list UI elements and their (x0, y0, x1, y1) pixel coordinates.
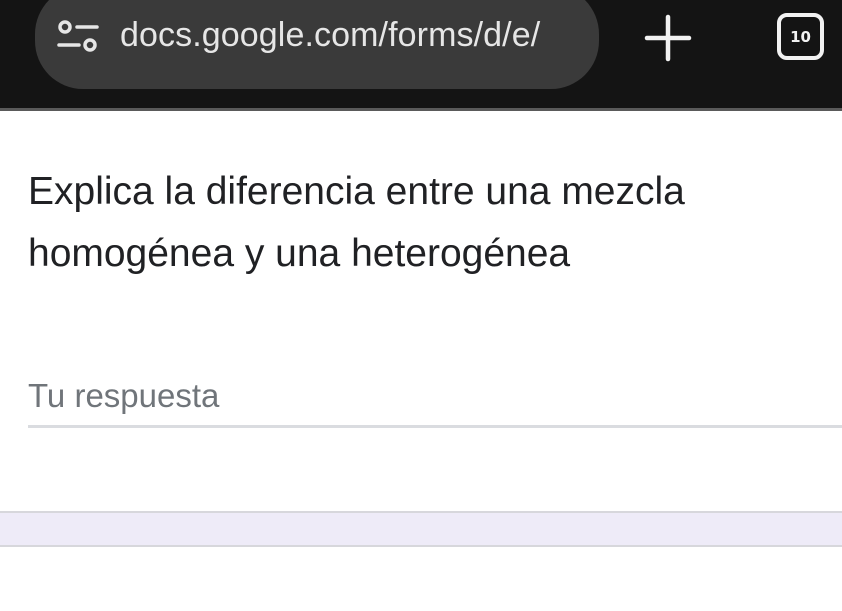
toolbar-divider (0, 108, 842, 111)
address-bar[interactable]: docs.google.com/forms/d/e/ (35, 0, 599, 89)
question-title: Explica la diferencia entre una mezcla h… (28, 170, 685, 275)
section-separator (0, 511, 842, 547)
plus-icon[interactable] (644, 14, 692, 62)
tab-switcher-icon[interactable]: 10 (777, 13, 824, 60)
answer-input[interactable] (28, 366, 842, 428)
tab-count: 10 (790, 27, 811, 46)
url-text[interactable]: docs.google.com/forms/d/e/ (120, 16, 540, 55)
tune-icon[interactable] (57, 19, 99, 53)
browser-toolbar: docs.google.com/forms/d/e/ 10 (0, 0, 842, 109)
